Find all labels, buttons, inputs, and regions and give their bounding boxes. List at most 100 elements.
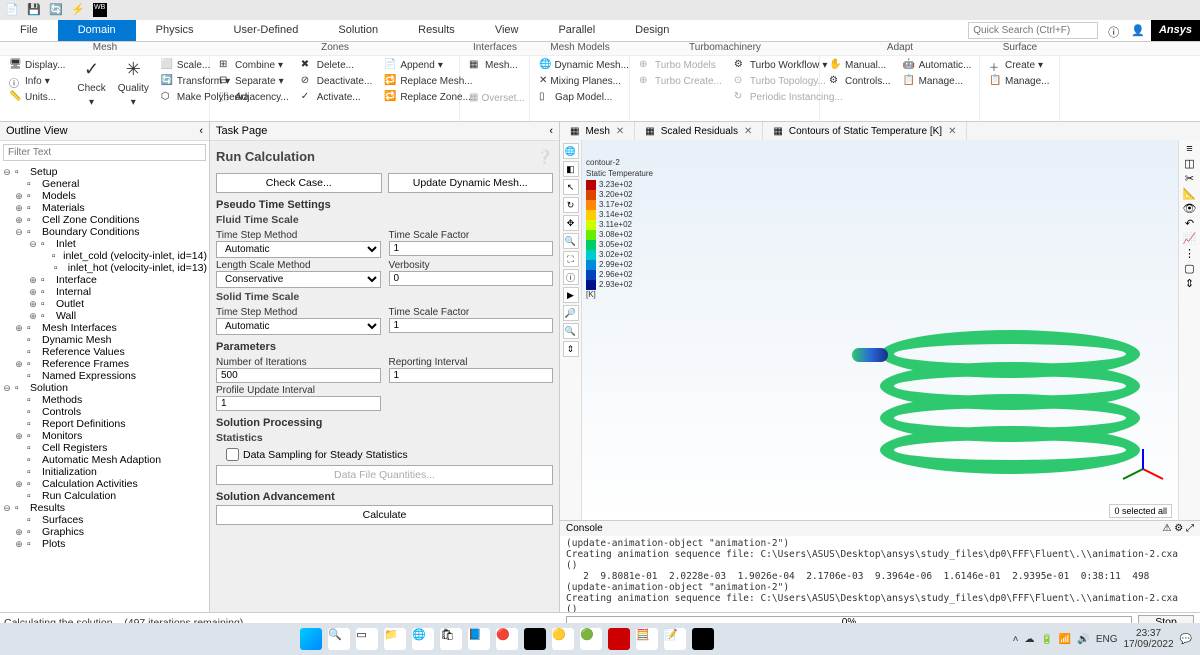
viewport[interactable]: contour-2 Static Temperature 3.23e+023.2… bbox=[582, 140, 1178, 520]
tab-results[interactable]: Results bbox=[398, 20, 475, 41]
data-sampling-checkbox[interactable] bbox=[226, 448, 239, 461]
console-output[interactable]: (update-animation-object "animation-2") … bbox=[560, 536, 1200, 612]
tree-item[interactable]: ⊕▫Graphics bbox=[0, 526, 209, 538]
graphics-window[interactable]: 🌐 ◧ ↖ ↻ ✥ 🔍 ⛶ ⓘ ▶ 🔎 🔍 ⇕ contour-2 Static… bbox=[560, 140, 1200, 520]
tab-solution[interactable]: Solution bbox=[318, 20, 398, 41]
tree-item[interactable]: ⊖▫Inlet bbox=[0, 238, 209, 250]
activate-button[interactable]: ✓Activate... bbox=[298, 90, 376, 105]
help-icon[interactable]: ❔ bbox=[537, 149, 553, 165]
tree-item[interactable]: ⊕▫Calculation Activities bbox=[0, 478, 209, 490]
time-step-method-select[interactable]: Automatic bbox=[216, 241, 381, 258]
gap-model-button[interactable]: ▯Gap Model... bbox=[536, 90, 623, 105]
wifi-icon[interactable]: 📶 bbox=[1059, 634, 1071, 645]
solid-time-scale-input[interactable] bbox=[389, 318, 554, 333]
tab-parallel[interactable]: Parallel bbox=[538, 20, 615, 41]
tab-user-defined[interactable]: User-Defined bbox=[214, 20, 319, 41]
chrome-icon[interactable]: 🟡 bbox=[552, 628, 574, 650]
tree-item[interactable]: ⊕▫Internal bbox=[0, 286, 209, 298]
app1-icon[interactable]: 📘 bbox=[468, 628, 490, 650]
system-tray[interactable]: ˄ ☁ 🔋 📶 🔊 ENG 23:3717/09/2022 💬 bbox=[1013, 628, 1192, 650]
refresh-icon[interactable]: 🔄 bbox=[49, 3, 63, 17]
tree-item[interactable]: ⊖▫Solution bbox=[0, 382, 209, 394]
close-icon[interactable]: ✕ bbox=[616, 126, 624, 137]
collapse-icon[interactable]: ‹ bbox=[199, 125, 203, 137]
fluent-icon[interactable] bbox=[692, 628, 714, 650]
display-button[interactable]: 🖥Display... bbox=[6, 58, 68, 73]
create-surface-button[interactable]: ＋Create ▾ bbox=[986, 58, 1053, 73]
tab-mesh-view[interactable]: ▦Mesh✕ bbox=[560, 122, 635, 140]
tree-item[interactable]: ▫inlet_cold (velocity-inlet, id=14) bbox=[0, 250, 209, 262]
tree-item[interactable]: ⊕▫Monitors bbox=[0, 430, 209, 442]
ansys-icon[interactable] bbox=[524, 628, 546, 650]
tree-item[interactable]: ▫Methods bbox=[0, 394, 209, 406]
bolt-icon[interactable]: ⚡ bbox=[71, 3, 85, 17]
undo-icon[interactable]: ↶ bbox=[1185, 217, 1194, 230]
more-icon[interactable]: ⋮ bbox=[1184, 247, 1195, 260]
tree-item[interactable]: ▫inlet_hot (velocity-inlet, id=13) bbox=[0, 262, 209, 274]
notifications-icon[interactable]: 💬 bbox=[1180, 634, 1192, 645]
num-iterations-input[interactable] bbox=[216, 368, 381, 383]
verbosity-input[interactable] bbox=[389, 271, 554, 286]
warning-icon[interactable]: ⚠ bbox=[1163, 523, 1172, 534]
tab-domain[interactable]: Domain bbox=[58, 20, 136, 41]
expand-icon[interactable]: ⤢ bbox=[1186, 523, 1194, 534]
update-dynamic-mesh-button[interactable]: Update Dynamic Mesh... bbox=[388, 173, 554, 193]
tree-item[interactable]: ⊕▫Mesh Interfaces bbox=[0, 322, 209, 334]
expand-icon[interactable]: ⇕ bbox=[563, 341, 579, 357]
tree-item[interactable]: ▫Reference Values bbox=[0, 346, 209, 358]
length-scale-select[interactable]: Conservative bbox=[216, 271, 381, 288]
tree-item[interactable]: ▫General bbox=[0, 178, 209, 190]
tree-item[interactable]: ⊕▫Outlet bbox=[0, 298, 209, 310]
globe-icon[interactable]: 🌐 bbox=[563, 143, 579, 159]
tree-item[interactable]: ▫Named Expressions bbox=[0, 370, 209, 382]
edge-icon[interactable]: 🌐 bbox=[412, 628, 434, 650]
controls-adapt-button[interactable]: ⚙Controls... bbox=[826, 74, 894, 89]
app4-icon[interactable] bbox=[608, 628, 630, 650]
mesh-interfaces-button[interactable]: ▦Mesh... bbox=[466, 58, 523, 73]
manual-adapt-button[interactable]: ✋Manual... bbox=[826, 58, 894, 73]
deactivate-button[interactable]: ⊘Deactivate... bbox=[298, 74, 376, 89]
close-icon[interactable]: ✕ bbox=[948, 126, 956, 137]
axis-triad[interactable] bbox=[1118, 444, 1168, 494]
tree-item[interactable]: ▫Initialization bbox=[0, 466, 209, 478]
adjacency-button[interactable]: ⬚Adjacency... bbox=[216, 90, 292, 105]
tree-item[interactable]: ▫Cell Registers bbox=[0, 442, 209, 454]
calc-icon[interactable]: 🧮 bbox=[636, 628, 658, 650]
wb-icon[interactable]: WB bbox=[93, 3, 107, 17]
explorer-icon[interactable]: 📁 bbox=[384, 628, 406, 650]
app5-icon[interactable]: 📝 bbox=[664, 628, 686, 650]
taskview-icon[interactable]: ▭ bbox=[356, 628, 378, 650]
dynamic-mesh-button[interactable]: 🌐Dynamic Mesh... bbox=[536, 58, 623, 73]
split-icon[interactable]: ◫ bbox=[1184, 157, 1194, 170]
zoom-out-icon[interactable]: 🔍 bbox=[563, 323, 579, 339]
tree-item[interactable]: ▫Dynamic Mesh bbox=[0, 334, 209, 346]
layers-icon[interactable]: ≡ bbox=[1186, 143, 1192, 155]
tab-contours[interactable]: ▦Contours of Static Temperature [K]✕ bbox=[763, 122, 967, 140]
tab-design[interactable]: Design bbox=[615, 20, 689, 41]
tree-item[interactable]: ⊖▫Setup bbox=[0, 166, 209, 178]
expand2-icon[interactable]: ⇕ bbox=[1185, 277, 1194, 290]
chart-icon[interactable]: 📈 bbox=[1183, 232, 1197, 245]
cube-icon[interactable]: ◧ bbox=[563, 161, 579, 177]
zoom-fit-icon[interactable]: ⛶ bbox=[563, 251, 579, 267]
separate-button[interactable]: ⊟Separate ▾ bbox=[216, 74, 292, 89]
outline-filter-input[interactable] bbox=[3, 144, 206, 161]
tree-item[interactable]: ⊕▫Reference Frames bbox=[0, 358, 209, 370]
battery-icon[interactable]: 🔋 bbox=[1040, 634, 1052, 645]
tree-item[interactable]: ⊖▫Results bbox=[0, 502, 209, 514]
solid-time-step-select[interactable]: Automatic bbox=[216, 318, 381, 335]
tree-item[interactable]: ⊕▫Interface bbox=[0, 274, 209, 286]
cloud-icon[interactable]: ☁ bbox=[1024, 634, 1034, 645]
tree-item[interactable]: ▫Report Definitions bbox=[0, 418, 209, 430]
user-icon[interactable]: 👤 bbox=[1125, 20, 1151, 41]
units-button[interactable]: 📏Units... bbox=[6, 90, 68, 105]
pan-icon[interactable]: ✥ bbox=[563, 215, 579, 231]
clip-icon[interactable]: ✂ bbox=[1185, 172, 1194, 185]
info-icon[interactable]: ⓘ bbox=[563, 269, 579, 285]
reporting-interval-input[interactable] bbox=[389, 368, 554, 383]
tab-file[interactable]: File bbox=[0, 20, 58, 41]
play-icon[interactable]: ▶ bbox=[563, 287, 579, 303]
eye-icon[interactable]: 👁 bbox=[1183, 202, 1197, 215]
zoom-icon[interactable]: 🔍 bbox=[563, 233, 579, 249]
tree-item[interactable]: ⊕▫Models bbox=[0, 190, 209, 202]
